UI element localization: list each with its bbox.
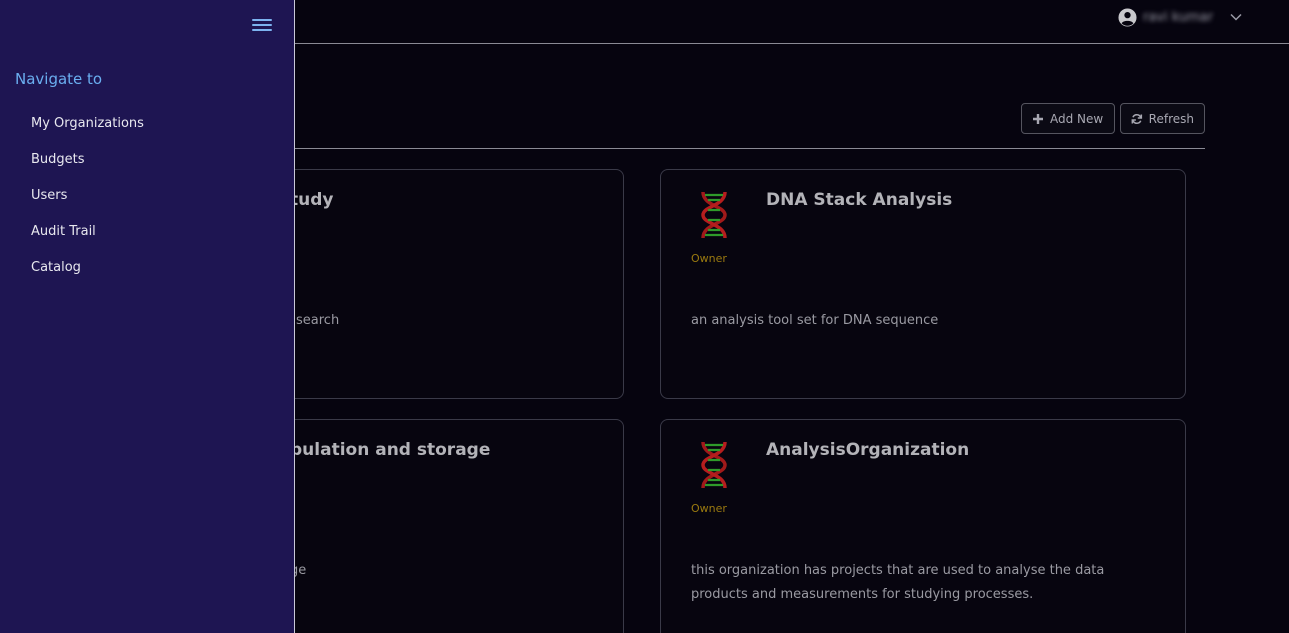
plus-icon [1033,113,1043,124]
refresh-button[interactable]: Refresh [1120,103,1205,134]
sidebar-item-users[interactable]: Users [31,187,144,223]
sidebar-item-audit-trail[interactable]: Audit Trail [31,223,144,259]
organization-card[interactable]: AnalysisOrganization Owner this organiza… [660,419,1186,633]
role-badge: Owner [691,502,727,515]
refresh-icon [1131,113,1143,124]
card-description: search [296,313,340,328]
sidebar-nav: My Organizations Budgets Users Audit Tra… [31,115,144,295]
card-title: DNA Stack Analysis [766,190,953,210]
sidebar-item-budgets[interactable]: Budgets [31,151,144,187]
add-new-button[interactable]: Add New [1021,103,1115,134]
chevron-down-icon[interactable] [1229,10,1243,24]
refresh-label: Refresh [1148,111,1194,126]
sidebar-item-my-organizations[interactable]: My Organizations [31,115,144,151]
page: ravi kumar Add New Refresh tudy search D… [0,0,1289,633]
role-badge: Owner [691,252,727,265]
dna-icon [701,191,727,239]
hamburger-menu-icon[interactable] [252,16,272,34]
sidebar-heading: Navigate to [15,70,103,88]
card-description: an analysis tool set for DNA sequence [691,313,939,328]
sidebar: Navigate to My Organizations Budgets Use… [0,0,295,633]
user-avatar-icon [1118,7,1137,27]
card-description: ge [290,563,307,578]
organization-card[interactable]: DNA Stack Analysis Owner an analysis too… [660,169,1186,399]
card-description: this organization has projects that are … [691,563,1105,602]
sidebar-item-catalog[interactable]: Catalog [31,259,144,295]
dna-icon [701,441,727,489]
user-name: ravi kumar [1143,9,1213,25]
card-title: AnalysisOrganization [766,440,970,460]
card-title: tudy [290,190,334,210]
card-title: pulation and storage [290,440,491,460]
user-menu[interactable]: ravi kumar [1118,6,1243,28]
add-new-label: Add New [1050,111,1104,126]
